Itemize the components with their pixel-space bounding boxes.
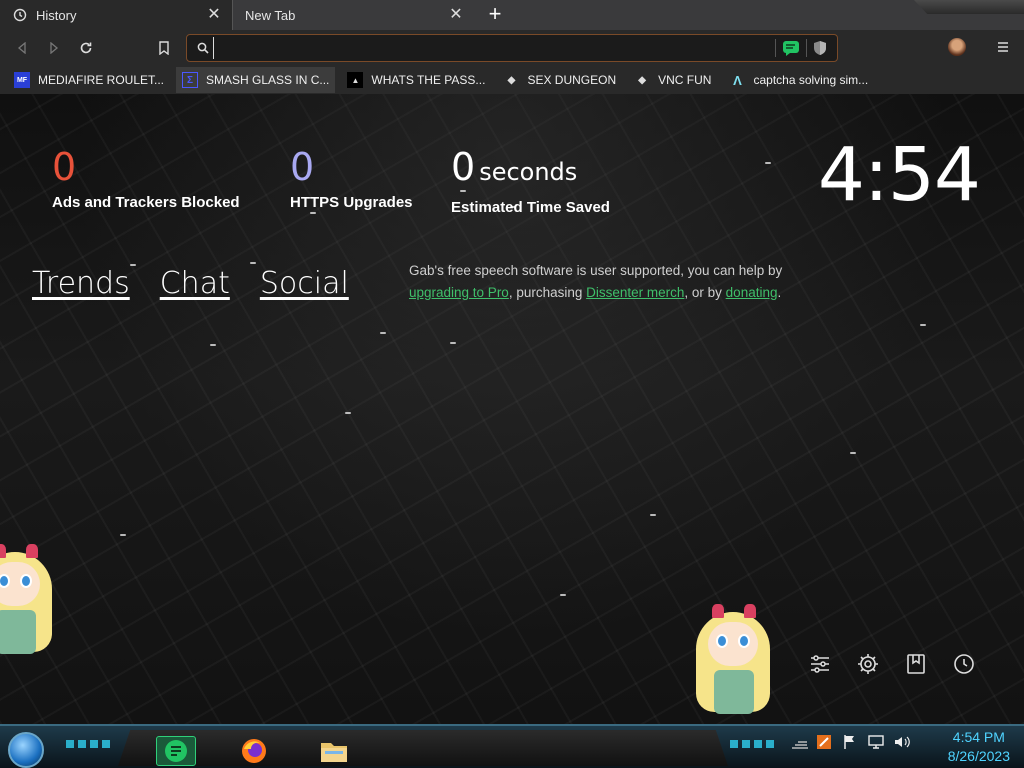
gab-support-note: Gab's free speech software is user suppo… <box>409 260 809 304</box>
cube-icon: ◆ <box>507 74 516 86</box>
bookmark-captcha[interactable]: Λ captcha solving sim... <box>723 67 874 93</box>
profile-avatar[interactable] <box>948 38 966 56</box>
new-tab-page: 0 Ads and Trackers Blocked 0 HTTPS Upgra… <box>0 94 1024 724</box>
mediafire-icon: MF <box>14 72 30 88</box>
taskbar-decoration <box>730 740 778 748</box>
bookmark-label: WHATS THE PASS... <box>371 73 486 87</box>
file-explorer-icon[interactable] <box>314 736 354 766</box>
forward-icon[interactable] <box>38 32 70 64</box>
ads-blocked-count: 0 <box>52 145 77 189</box>
taskbar-clock[interactable]: 4:54 PM 8/26/2023 <box>948 728 1010 766</box>
merch-link[interactable]: Dissenter merch <box>586 285 684 300</box>
note-text: . <box>777 285 782 300</box>
time-saved-label: Estimated Time Saved <box>451 199 610 216</box>
ads-blocked-stat: 0 Ads and Trackers Blocked <box>52 144 240 211</box>
monitor-icon[interactable] <box>868 734 884 750</box>
page-tools <box>808 652 976 676</box>
tab-title: New Tab <box>245 7 296 23</box>
mascot-sticker <box>0 534 60 664</box>
quick-links: Trends Chat Social <box>32 266 349 301</box>
reload-icon[interactable] <box>70 32 102 64</box>
taskbar-date: 8/26/2023 <box>947 748 1010 764</box>
bookmark-label: VNC FUN <box>658 73 712 87</box>
tab-strip: History ✕ New Tab ✕ + <box>0 0 1024 30</box>
note-text: , or by <box>684 285 726 300</box>
customize-icon[interactable] <box>808 652 832 676</box>
bookmarks-icon[interactable] <box>904 652 928 676</box>
back-icon[interactable] <box>6 32 38 64</box>
close-icon[interactable]: ✕ <box>206 7 222 23</box>
bookmark-label: captcha solving sim... <box>753 73 869 87</box>
history-clock-icon[interactable] <box>952 652 976 676</box>
url-input[interactable] <box>213 37 769 59</box>
bookmark-smash-glass[interactable]: Σ SMASH GLASS IN C... <box>176 67 336 93</box>
smash-icon: Σ <box>182 72 199 88</box>
mascot-sticker <box>688 594 778 724</box>
window-ornament <box>914 0 1024 14</box>
chat-link[interactable]: Chat <box>160 266 230 301</box>
bookmark-icon[interactable] <box>148 32 180 64</box>
search-icon <box>197 42 209 54</box>
tab-title: History <box>36 7 77 23</box>
bookmark-label: MEDIAFIRE ROULET... <box>38 73 165 87</box>
divider <box>775 39 776 57</box>
notes-app-icon[interactable] <box>156 736 196 766</box>
bookmark-label: SMASH GLASS IN C... <box>206 73 330 87</box>
https-upgrades-label: HTTPS Upgrades <box>290 194 413 211</box>
tab-new-tab[interactable]: New Tab ✕ <box>232 0 474 30</box>
taskbar-apps <box>118 730 728 766</box>
shield-icon[interactable] <box>813 40 827 56</box>
menu-icon[interactable] <box>992 36 1014 58</box>
bookmarks-bar: MF MEDIAFIRE ROULET... Σ SMASH GLASS IN … <box>0 66 1024 94</box>
captcha-icon: Λ <box>733 72 742 88</box>
bookmark-vnc-fun[interactable]: ◆ VNC FUN <box>628 67 717 93</box>
tab-history[interactable]: History ✕ <box>0 0 232 30</box>
note-text: Gab's free speech software is user suppo… <box>409 263 783 278</box>
time-saved-count: 0 <box>451 145 476 189</box>
network-bars-icon[interactable] <box>790 734 808 750</box>
terminal-icon: ▲ <box>347 72 364 88</box>
ads-blocked-label: Ads and Trackers Blocked <box>52 194 240 211</box>
time-saved-stat: 0 seconds Estimated Time Saved <box>451 144 610 216</box>
history-icon <box>12 7 28 23</box>
chat-icon[interactable] <box>782 40 800 56</box>
clock: 4:54 <box>817 132 981 218</box>
taskbar-time: 4:54 PM <box>952 729 1005 745</box>
bookmark-label: SEX DUNGEON <box>527 73 617 87</box>
cube-icon: ◆ <box>638 74 646 86</box>
time-saved-unit: seconds <box>479 158 578 186</box>
settings-gear-icon[interactable] <box>856 652 880 676</box>
social-link[interactable]: Social <box>260 266 349 301</box>
volume-icon[interactable] <box>894 734 910 750</box>
bookmark-sex-dungeon[interactable]: ◆ SEX DUNGEON <box>497 67 622 93</box>
close-icon[interactable]: ✕ <box>448 7 464 23</box>
divider <box>806 39 807 57</box>
https-upgrades-count: 0 <box>290 145 315 189</box>
firefox-icon[interactable] <box>234 736 274 766</box>
https-upgrades-stat: 0 HTTPS Upgrades <box>290 144 413 211</box>
note-text: , purchasing <box>508 285 587 300</box>
trends-link[interactable]: Trends <box>32 266 130 301</box>
taskbar: 4:54 PM 8/26/2023 <box>0 724 1024 768</box>
bookmark-mediafire[interactable]: MF MEDIAFIRE ROULET... <box>8 67 170 93</box>
upgrade-link[interactable]: upgrading to Pro <box>409 285 509 300</box>
start-button[interactable] <box>8 732 44 768</box>
flag-icon[interactable] <box>842 734 858 750</box>
address-bar[interactable] <box>186 34 838 62</box>
new-tab-button[interactable]: + <box>482 2 508 28</box>
toolbar <box>0 30 1024 66</box>
uac-icon[interactable] <box>816 734 832 750</box>
bookmark-whats-the-pass[interactable]: ▲ WHATS THE PASS... <box>341 67 491 93</box>
taskbar-decoration <box>66 740 114 748</box>
donate-link[interactable]: donating <box>726 285 778 300</box>
system-tray <box>790 734 910 750</box>
